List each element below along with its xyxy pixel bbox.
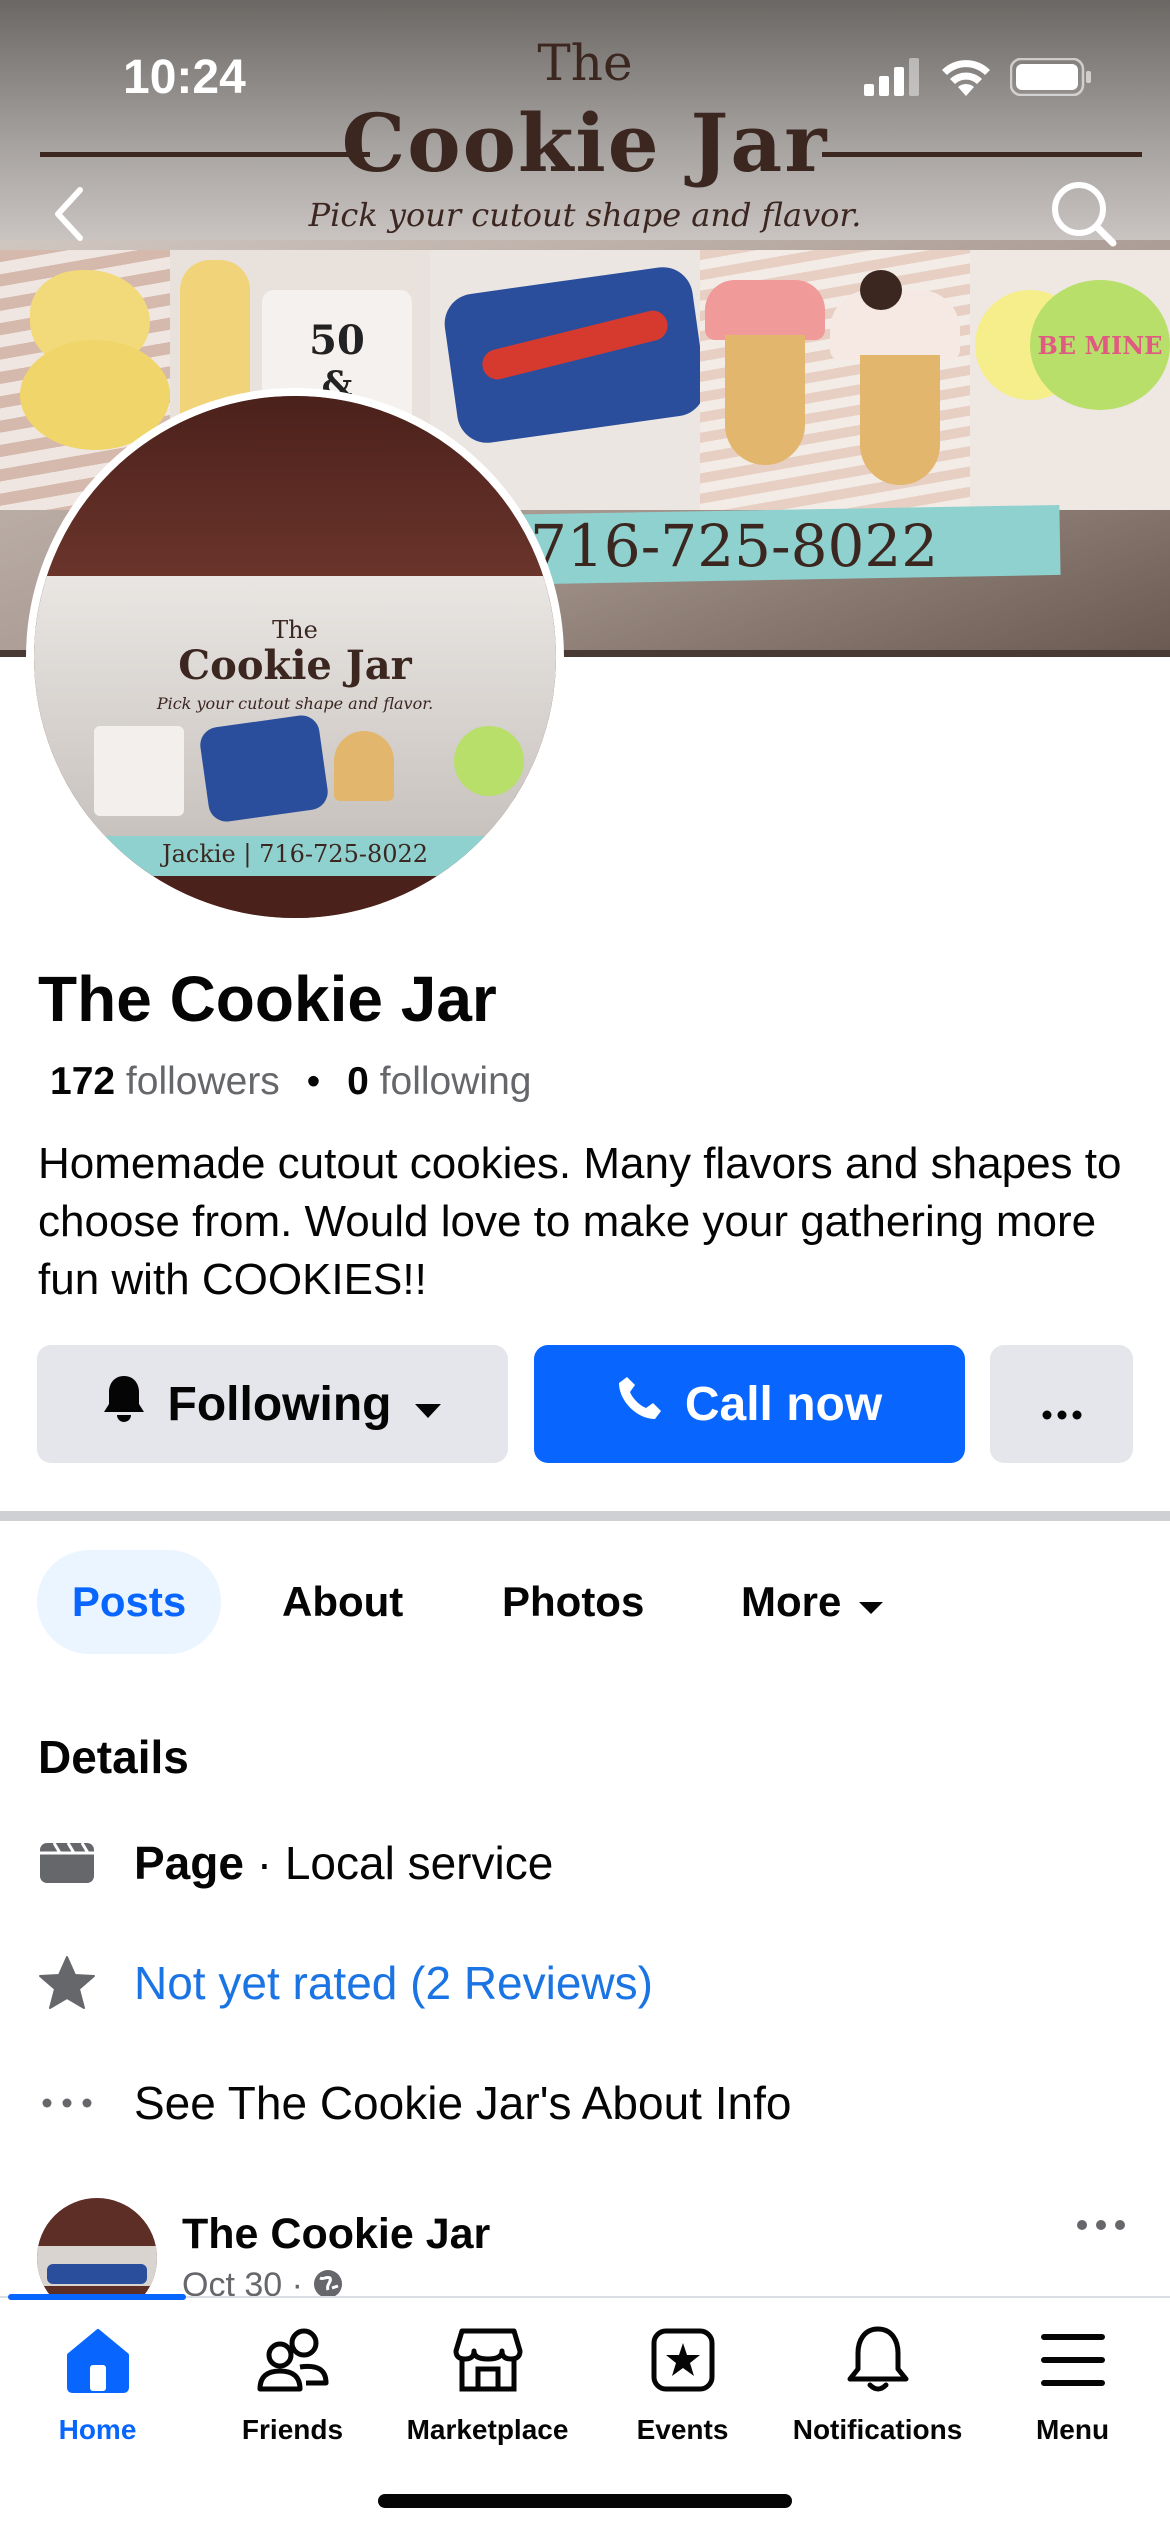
nav-friends[interactable]: Friends	[195, 2325, 390, 2446]
page-name: The Cookie Jar	[38, 963, 497, 1035]
clapper-icon	[38, 1834, 96, 1892]
followers-link[interactable]: 172 followers	[50, 1060, 280, 1103]
cover-rule-left	[40, 152, 370, 157]
tab-posts-label: Posts	[71, 1578, 187, 1625]
star-icon	[38, 1954, 96, 2012]
nav-friends-label: Friends	[241, 2414, 344, 2445]
post-options-button[interactable]	[1076, 2218, 1126, 2236]
caret-down-icon	[857, 1578, 885, 1626]
nav-menu[interactable]: Menu	[975, 2325, 1170, 2446]
cover-phone: 716-725-8022	[530, 512, 939, 580]
fifty-cookie-text: 50	[309, 316, 365, 364]
tab-posts[interactable]: Posts	[37, 1550, 221, 1654]
section-divider	[0, 1511, 1170, 1521]
status-icons	[864, 57, 1092, 101]
more-dots-icon	[1076, 2218, 1126, 2235]
details-heading: Details	[38, 1731, 189, 1783]
following-label: following	[379, 1060, 532, 1103]
nav-marketplace-label: Marketplace	[406, 2414, 569, 2445]
call-now-button[interactable]: Call now	[534, 1345, 965, 1463]
following-count: 0	[347, 1060, 369, 1103]
menu-icon	[1040, 2325, 1106, 2400]
avatar-icecream-cookie	[334, 731, 394, 801]
events-icon	[648, 2325, 718, 2400]
call-now-label: Call now	[684, 1377, 883, 1431]
tab-about[interactable]: About	[282, 1550, 403, 1654]
avatar-heart-cookie	[454, 726, 524, 796]
avatar-footer: Jackie | 716-725-8022	[161, 840, 429, 868]
stats-separator: •	[306, 1060, 321, 1103]
followers-label: followers	[125, 1060, 280, 1103]
cover-rule-right	[822, 152, 1142, 157]
icecream-cone-right	[860, 355, 940, 485]
post-avatar-cookie	[47, 2264, 147, 2284]
active-tab-indicator	[8, 2294, 186, 2300]
cover-tagline: Pick your cutout shape and flavor.	[308, 196, 862, 234]
avatar-leather-bottom	[34, 876, 556, 918]
about-info-link[interactable]: See The Cookie Jar's About Info	[134, 2076, 791, 2130]
phone-icon	[617, 1375, 663, 1433]
avatar-bills-cookie	[197, 713, 331, 824]
details-about-info[interactable]: See The Cookie Jar's About Info	[38, 2074, 791, 2132]
following-link[interactable]: 0 following	[347, 1060, 531, 1103]
nav-marketplace[interactable]: Marketplace	[390, 2325, 585, 2446]
profile-avatar[interactable]: The Cookie Jar Pick your cutout shape an…	[26, 388, 564, 926]
icecream-cone-left	[725, 335, 805, 465]
avatar-title: Cookie Jar	[178, 642, 412, 689]
bell-icon	[846, 2325, 910, 2400]
nav-home-label: Home	[58, 2414, 137, 2445]
nav-home[interactable]: Home	[0, 2325, 195, 2446]
cover-title: Cookie Jar	[341, 96, 829, 190]
nav-events[interactable]: Events	[585, 2325, 780, 2446]
back-button[interactable]	[22, 168, 118, 264]
more-actions-button[interactable]	[990, 1345, 1133, 1463]
heart-cookie-text: BE MINE	[1037, 330, 1163, 360]
followers-count: 172	[50, 1060, 116, 1103]
wifi-icon	[940, 58, 992, 101]
chevron-left-icon	[50, 186, 90, 247]
caret-down-icon	[413, 1377, 443, 1432]
tab-about-label: About	[282, 1578, 404, 1625]
search-button[interactable]	[1036, 168, 1132, 264]
more-dots-icon	[38, 2074, 96, 2132]
avatar-tagline: Pick your cutout shape and flavor.	[156, 694, 434, 713]
avatar-fifty-cookie	[94, 726, 184, 816]
nav-notifications[interactable]: Notifications	[780, 2325, 975, 2446]
bell-icon	[102, 1374, 146, 1434]
post-author-name[interactable]: The Cookie Jar	[182, 2210, 490, 2259]
details-page-type: Page · Local service	[38, 1834, 553, 1892]
nav-events-label: Events	[636, 2414, 729, 2445]
marketplace-icon	[452, 2325, 524, 2400]
page-bio: Homemade cutout cookies. Many flavors an…	[38, 1139, 1122, 1304]
nav-notifications-label: Notifications	[792, 2414, 963, 2445]
following-button[interactable]: Following	[37, 1345, 508, 1463]
page-type-rest: · Local service	[243, 1837, 554, 1889]
home-icon	[63, 2325, 133, 2400]
avatar-title-small: The	[272, 616, 318, 644]
following-button-label: Following	[167, 1377, 392, 1431]
friends-icon	[256, 2325, 330, 2400]
nav-menu-label: Menu	[1035, 2414, 1110, 2445]
home-indicator[interactable]	[378, 2494, 792, 2508]
battery-icon	[1009, 57, 1092, 101]
tab-photos-label: Photos	[502, 1578, 645, 1625]
page-type-bold: Page	[134, 1837, 244, 1889]
icecream-cherry	[860, 270, 902, 310]
be-mine-heart-cookie: BE MINE	[1030, 280, 1170, 410]
avatar-leather-top	[34, 396, 556, 576]
more-dots-icon	[1042, 1377, 1082, 1432]
rating-link[interactable]: Not yet rated (2 Reviews)	[134, 1956, 653, 2010]
follow-stats: 172 followers • 0 following	[50, 1060, 531, 1104]
search-icon	[1049, 179, 1119, 254]
status-time: 10:24	[123, 51, 246, 104]
tab-photos[interactable]: Photos	[502, 1550, 644, 1654]
icecream-scoop-left	[705, 280, 825, 340]
tab-more[interactable]: More	[741, 1550, 885, 1654]
details-rating[interactable]: Not yet rated (2 Reviews)	[38, 1954, 653, 2012]
signal-icon	[864, 58, 922, 101]
tab-more-label: More	[741, 1578, 842, 1625]
